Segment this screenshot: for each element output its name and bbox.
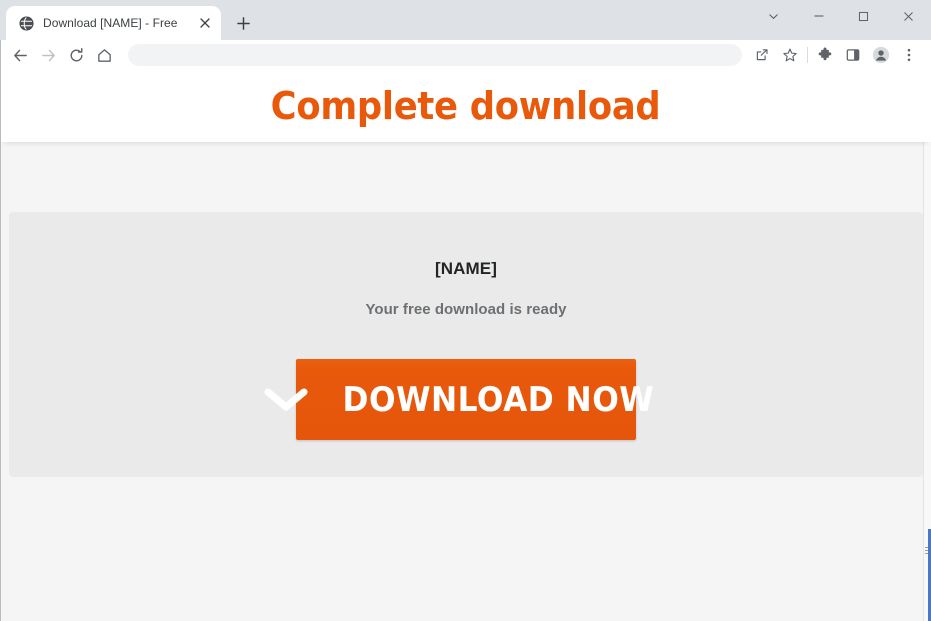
page-scrollbar[interactable] xyxy=(923,70,931,621)
globe-icon xyxy=(18,15,34,31)
puzzle-piece-icon[interactable] xyxy=(811,41,839,69)
download-now-label: DOWNLOAD NOW xyxy=(342,379,655,420)
page-content: [NAME] Your free download is ready DOWNL… xyxy=(1,142,931,621)
maximize-icon[interactable] xyxy=(841,0,886,32)
toolbar-right-actions xyxy=(748,41,923,69)
toolbar-divider xyxy=(807,47,808,63)
page-viewport: Complete download [NAME] Your free downl… xyxy=(0,70,931,621)
download-now-button[interactable]: DOWNLOAD NOW xyxy=(264,359,654,440)
three-dot-menu-icon[interactable] xyxy=(895,41,923,69)
window-controls xyxy=(751,0,931,40)
browser-toolbar xyxy=(0,40,931,70)
tab-close-icon[interactable] xyxy=(195,13,215,33)
new-tab-button[interactable] xyxy=(229,9,257,37)
page-header: Complete download xyxy=(1,70,931,142)
browser-tab[interactable]: Download [NAME] - Free xyxy=(6,6,221,40)
home-icon[interactable] xyxy=(90,41,118,69)
download-card: [NAME] Your free download is ready DOWNL… xyxy=(9,212,923,477)
minimize-icon[interactable] xyxy=(796,0,841,32)
file-name: [NAME] xyxy=(435,259,497,278)
bookmark-star-icon[interactable] xyxy=(776,41,804,69)
side-panel-icon[interactable] xyxy=(839,41,867,69)
share-icon[interactable] xyxy=(748,41,776,69)
close-icon[interactable] xyxy=(886,0,931,32)
tab-title: Download [NAME] - Free xyxy=(43,16,178,30)
profile-avatar-icon[interactable] xyxy=(867,41,895,69)
chevron-down-icon xyxy=(264,386,308,414)
download-status-text: Your free download is ready xyxy=(365,301,567,318)
tab-search-chevron-icon[interactable] xyxy=(751,0,796,32)
tab-strip: Download [NAME] - Free xyxy=(0,0,931,40)
address-bar[interactable] xyxy=(128,44,742,66)
browser-window: Download [NAME] - Free Complete download… xyxy=(0,0,931,621)
page-title: Complete download xyxy=(271,84,661,128)
forward-arrow-icon[interactable] xyxy=(34,41,62,69)
back-arrow-icon[interactable] xyxy=(6,41,34,69)
reload-icon[interactable] xyxy=(62,41,90,69)
